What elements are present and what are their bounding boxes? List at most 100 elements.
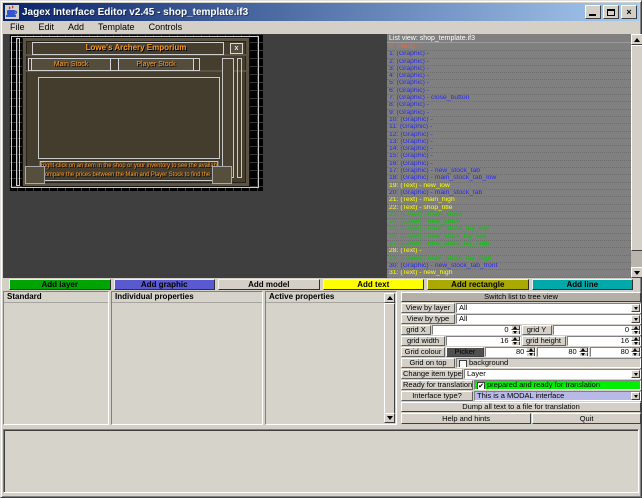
view-by-type-value: All [457,315,631,323]
view-by-layer-dropdown[interactable]: All [456,303,641,313]
add-rectangle-button[interactable]: Add rectangle [427,279,529,290]
grid-red-spinner[interactable]: 80 [485,347,536,357]
interface-type-value: This is a MODAL interface [475,392,631,400]
spinner-arrows[interactable] [631,347,640,357]
active-scroll-down-button[interactable] [384,413,395,423]
list-item-18[interactable]: 18: (Graphic) - main_stock_tab_low [387,175,631,182]
list-item-17[interactable]: 17: (Graphic) - new_stock_tab [387,168,631,175]
menu-item-template[interactable]: Template [91,21,142,34]
shop-interface[interactable]: Lowe's Archery Emporium x Main Stock Pla… [23,38,249,186]
chevron-down-icon[interactable] [631,392,640,400]
list-item-5[interactable]: 5: (Graphic) - [387,80,631,87]
active-scroll-up-button[interactable] [384,293,395,303]
list-item-14[interactable]: 14: (Graphic) - [387,146,631,153]
tab-player-stock[interactable]: Player Stock [118,58,194,71]
list-item-24[interactable]: 24: (Layer) - new_stock [387,219,631,226]
list-item-6[interactable]: 6: (Graphic) - [387,88,631,95]
chevron-down-icon[interactable] [631,304,640,312]
shop-scrollbar-strip[interactable] [222,58,234,178]
background-checkbox[interactable] [459,360,467,368]
list-item-4[interactable]: 4: (Graphic) - [387,73,631,80]
list-item-25[interactable]: 25: (Layer) - main_stock_lay_low [387,226,631,233]
list-item-26[interactable]: 26: (Layer) - new_stock_lay_low [387,234,631,241]
add-text-button[interactable]: Add text [323,279,425,290]
list-scroll-down-button[interactable] [631,267,642,278]
list-item-8[interactable]: 8: (Graphic) - [387,102,631,109]
list-item-23[interactable]: 23: (Layer) - main_stock [387,212,631,219]
list-item-3[interactable]: 3: (Graphic) - [387,66,631,73]
switch-list-tree-button[interactable]: Switch list to tree view [401,292,641,302]
list-item-10[interactable]: 10: (Graphic) - [387,117,631,124]
menu-item-controls[interactable]: Controls [142,21,190,34]
shop-close-button[interactable]: x [230,43,243,54]
dump-text-button[interactable]: Dump all text to a file for translation [401,402,641,412]
interface-type-dropdown[interactable]: This is a MODAL interface [474,391,641,401]
list-item-9[interactable]: 9: (Graphic) - [387,110,631,117]
shop-corner-bottom-right[interactable] [212,166,232,184]
spinner-arrows[interactable] [526,347,535,357]
menu-item-edit[interactable]: Edit [32,21,62,34]
list-scrollbar[interactable] [631,34,642,278]
list-item-1[interactable]: 1: (Graphic) - [387,51,631,58]
grid-width-spinner[interactable]: 16 [446,336,521,346]
change-item-type-dropdown[interactable]: Layer [464,369,641,379]
spinner-arrows[interactable] [631,336,640,346]
list-item-19[interactable]: 19: (Text) - new_low [387,183,631,190]
list-item-0[interactable]: 0: (Rect) - [387,44,631,51]
close-icon: × [626,8,631,17]
grid-colour-picker-button[interactable]: Picker [446,347,484,357]
chevron-down-icon[interactable] [631,315,640,323]
list-item-22[interactable]: 22: (Text) - shop_title [387,205,631,212]
list-item-11[interactable]: 11: (Graphic) - [387,124,631,131]
ready-for-translation-checkbox[interactable]: ✔ [477,382,485,390]
list-item-27[interactable]: 27: (Layer) - new_stock_lay_high [387,241,631,248]
view-by-layer-label: View by layer [401,303,455,313]
list-scroll-up-button[interactable] [631,34,642,45]
list-item-31[interactable]: 31: (Text) - new_high [387,270,631,277]
help-and-hints-button[interactable]: Help and hints [401,413,531,424]
editor-viewport[interactable]: Lowe's Archery Emporium x Main Stock Pla… [3,34,387,278]
grid-y-spinner[interactable]: 0 [553,325,642,335]
list-item-13[interactable]: 13: (Graphic) - [387,139,631,146]
list-item-16[interactable]: 16: (Graphic) - [387,161,631,168]
preview-canvas[interactable]: Lowe's Archery Emporium x Main Stock Pla… [9,34,263,191]
menu-item-add[interactable]: Add [61,21,91,34]
view-by-type-dropdown[interactable]: All [456,314,641,324]
list-item-29[interactable]: 29: (Layer) - main_stock_lay_high [387,256,631,263]
list-item-20[interactable]: 20: (Graphic) - main_stock_tab [387,190,631,197]
add-model-button[interactable]: Add model [218,279,320,290]
list-scrollbar-thumb[interactable] [631,45,642,251]
spinner-arrows[interactable] [631,325,640,335]
maximize-button[interactable] [603,5,619,19]
spinner-arrows[interactable] [511,325,520,335]
list-item-7[interactable]: 7: (Graphic) - close_button [387,95,631,102]
menu-item-file[interactable]: File [3,21,32,34]
close-button[interactable]: × [621,5,637,19]
spinner-arrows[interactable] [511,336,520,346]
list-item-2[interactable]: 2: (Graphic) - [387,59,631,66]
grid-x-spinner[interactable]: 0 [432,325,521,335]
list-item-12[interactable]: 12: (Graphic) - [387,132,631,139]
grid-blue-spinner[interactable]: 80 [590,347,641,357]
grid-height-spinner[interactable]: 16 [567,336,642,346]
add-layer-button[interactable]: Add layer [9,279,111,290]
spinner-arrows[interactable] [579,347,588,357]
add-graphic-button[interactable]: Add graphic [114,279,216,290]
grid-green-spinner[interactable]: 80 [537,347,588,357]
tab-main-stock[interactable]: Main Stock [31,58,111,71]
chevron-down-icon[interactable] [631,370,640,378]
list-item-28[interactable]: 28: (Text) - [387,248,631,255]
grid-x-value: 0 [433,326,511,334]
list-item-30[interactable]: 30: (Graphic) - new_stock_tab_front [387,263,631,270]
active-properties-scrollbar[interactable] [384,293,395,423]
add-line-button[interactable]: Add line [532,279,634,290]
list-item-21[interactable]: 21: (Text) - main_high [387,197,631,204]
shop-content-area[interactable] [38,77,220,159]
left-edge-outline[interactable] [16,38,20,186]
minimize-button[interactable] [585,5,601,19]
shop-scrollbar-strip-outline[interactable] [237,58,242,178]
list-item-15[interactable]: 15: (Graphic) - [387,153,631,160]
shop-corner-bottom-left[interactable] [25,166,45,184]
quit-button[interactable]: Quit [532,413,641,424]
active-scrollbar-thumb[interactable] [384,303,395,415]
